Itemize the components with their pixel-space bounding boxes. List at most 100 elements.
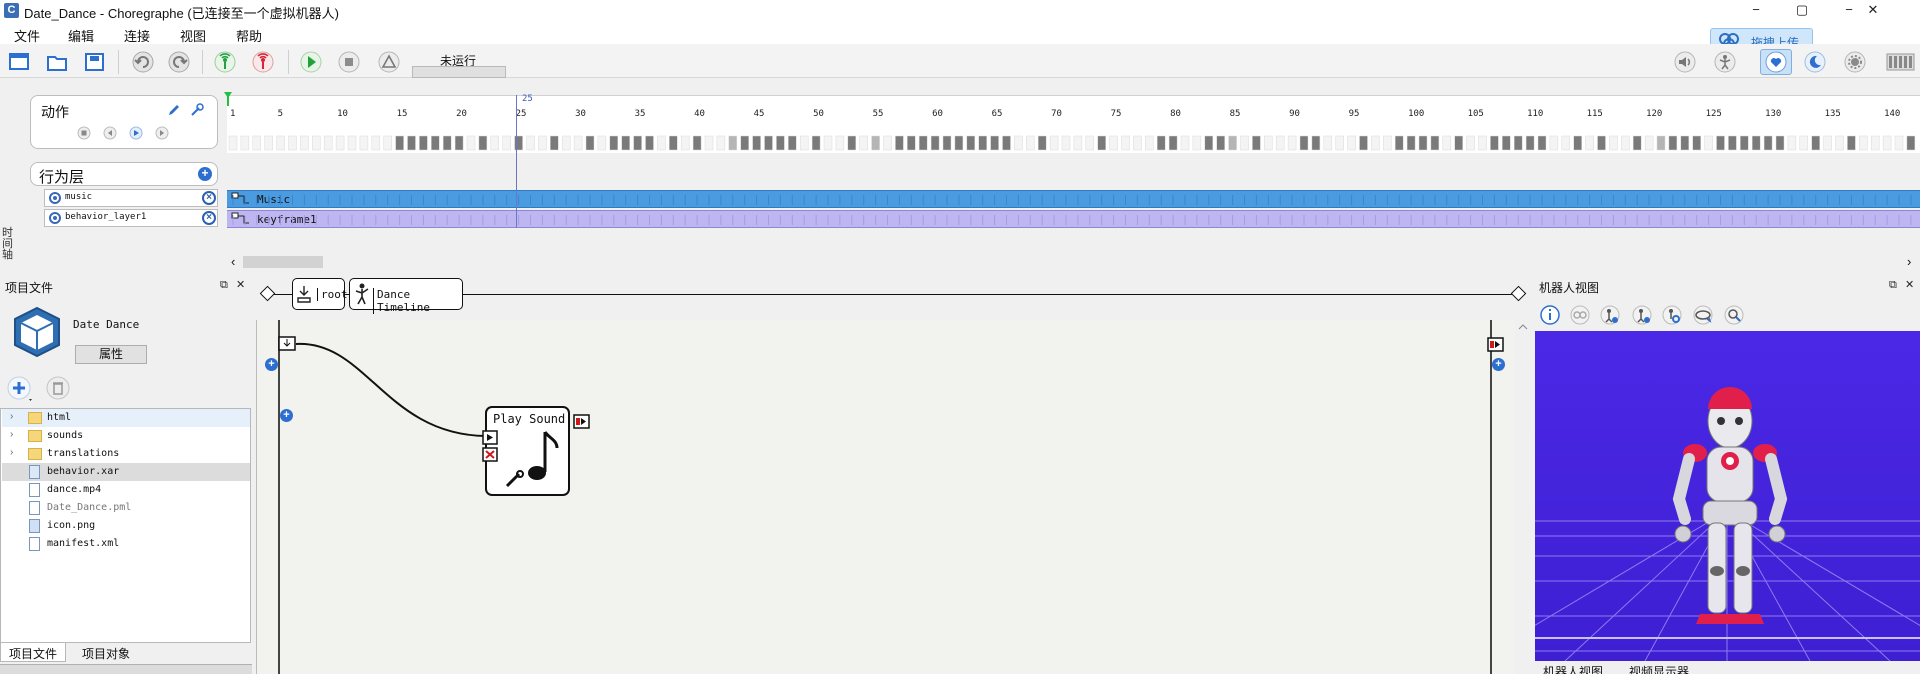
file-row-behavior-xar[interactable]: behavior.xar — [2, 463, 250, 481]
keyframe-cell[interactable] — [550, 135, 559, 151]
robot-zoom-icon[interactable] — [1723, 304, 1745, 326]
keyframe-cell[interactable] — [1763, 135, 1773, 151]
close-panel-icon[interactable]: ✕ — [1905, 278, 1914, 291]
link-icon[interactable] — [1569, 304, 1591, 326]
track-keyframe1[interactable]: keyframe1 — [227, 210, 1920, 228]
open-project-button[interactable] — [44, 49, 70, 75]
float-panel-icon[interactable]: ⧉ — [1889, 279, 1897, 292]
keyframe-cell[interactable] — [1418, 135, 1428, 151]
keyframe-cell[interactable] — [669, 135, 678, 151]
keyframe-cell[interactable] — [847, 135, 857, 151]
keyframe-cell[interactable] — [1383, 135, 1392, 151]
keyframe-cell[interactable] — [954, 135, 964, 151]
keyframe-cell[interactable] — [788, 135, 797, 151]
keyframe-cell[interactable] — [335, 135, 345, 151]
keyframe-cell[interactable] — [883, 135, 892, 151]
keyframe-cell[interactable] — [1906, 135, 1916, 151]
keyframe-cell[interactable] — [1787, 135, 1797, 151]
keyframe-cell[interactable] — [1228, 135, 1237, 151]
keyframe-cell[interactable] — [1216, 135, 1225, 151]
connect-button[interactable] — [212, 49, 238, 75]
keyframe-cell[interactable] — [1478, 135, 1487, 151]
connection-wire[interactable] — [296, 340, 491, 440]
keyframe-cell[interactable] — [1549, 135, 1559, 151]
keyframe-cell[interactable] — [692, 135, 702, 151]
keyframe-cell[interactable] — [1513, 135, 1523, 151]
keyframe-cell[interactable] — [1680, 135, 1690, 151]
keyframe-cell[interactable] — [657, 135, 666, 151]
keyframe-cell[interactable] — [419, 135, 428, 151]
keyframe-cell[interactable] — [1585, 135, 1594, 151]
motion-prev-icon[interactable] — [103, 126, 117, 140]
keyframe-cell[interactable] — [1466, 135, 1475, 151]
disconnect-button[interactable] — [250, 49, 276, 75]
layer-row-music[interactable]: music × — [44, 189, 218, 207]
track-music[interactable]: Music — [227, 190, 1920, 208]
keyframe-cell[interactable] — [1490, 135, 1499, 151]
keyframe-cell[interactable] — [823, 135, 833, 151]
keyframe-cell[interactable] — [347, 135, 357, 151]
remove-layer-icon[interactable]: × — [202, 211, 216, 225]
keyframe-cell[interactable] — [811, 135, 821, 151]
menu-view[interactable]: 视图 — [180, 26, 206, 45]
expand-arrow-icon[interactable]: › — [10, 429, 13, 440]
keyframe-cell[interactable] — [1668, 135, 1678, 151]
file-row-html[interactable]: › html — [2, 409, 250, 427]
keyframe-cell[interactable] — [1371, 135, 1380, 151]
motion-stop-icon[interactable] — [77, 126, 91, 140]
keyframe-cell[interactable] — [1037, 135, 1047, 151]
keyframe-cell[interactable] — [371, 135, 381, 151]
expand-arrow-icon[interactable]: › — [10, 411, 13, 422]
keyframe-cell[interactable] — [383, 135, 392, 151]
menu-help[interactable]: 帮助 — [236, 26, 262, 45]
keyframe-cell[interactable] — [1061, 135, 1071, 151]
keyframe-cell[interactable] — [431, 135, 440, 151]
keyframe-cell[interactable] — [1002, 135, 1011, 151]
keyframe-cell[interactable] — [252, 135, 262, 151]
keyframe-cell[interactable] — [704, 135, 714, 151]
keyframe-cell[interactable] — [871, 135, 880, 151]
stop-button[interactable] — [336, 49, 362, 75]
keyframe-cell[interactable] — [359, 135, 369, 151]
tab-project-files[interactable]: 项目文件 — [0, 643, 67, 662]
keyframe-cell[interactable] — [1823, 135, 1832, 151]
scroll-left-arrow[interactable]: ‹ — [231, 254, 235, 269]
timeline-start-marker-icon[interactable] — [223, 92, 233, 106]
robot-star-icon[interactable] — [1631, 304, 1653, 326]
keyframe-cell[interactable] — [645, 135, 654, 151]
close-button[interactable]: ✕ — [1826, 0, 1920, 22]
keyframe-cell[interactable] — [1537, 135, 1547, 151]
keyframe-cell[interactable] — [1502, 135, 1511, 151]
debug-button[interactable] — [376, 49, 402, 75]
keyframe-cell[interactable] — [1811, 135, 1820, 151]
keyframe-cell[interactable] — [942, 135, 952, 151]
keyframe-cell[interactable] — [1287, 135, 1297, 151]
keyframe-cell[interactable] — [1870, 135, 1880, 151]
keyframe-cell[interactable] — [1835, 135, 1844, 151]
new-project-button[interactable] — [6, 49, 32, 75]
keyframe-cell[interactable] — [300, 135, 309, 151]
keyframe-cell[interactable] — [716, 135, 726, 151]
keyframe-cell[interactable] — [478, 135, 488, 151]
timeline-ruler[interactable]: 1 5 10 15 20 25 30 35 40 45 50 55 60 65 70 75 80 85 90 95 10… — [227, 95, 1920, 153]
keyframe-cell[interactable] — [1894, 135, 1904, 151]
save-project-button[interactable] — [82, 49, 108, 75]
menu-edit[interactable]: 编辑 — [68, 26, 94, 45]
robot-gear-icon[interactable] — [1661, 304, 1683, 326]
close-panel-icon[interactable]: ✕ — [236, 278, 245, 291]
keyframe-cell[interactable] — [1799, 135, 1809, 151]
keyframe-cell[interactable] — [1026, 135, 1035, 151]
file-row-dance-mp4[interactable]: dance.mp4 — [2, 481, 250, 499]
keyframe-cell[interactable] — [799, 135, 809, 151]
keyframe-cell[interactable] — [621, 135, 630, 151]
scroll-up-arrow-icon[interactable] — [1515, 320, 1531, 334]
keyframe-cell[interactable] — [1692, 135, 1701, 151]
keyframe-cell[interactable] — [1728, 135, 1737, 151]
undo-button[interactable] — [130, 49, 156, 75]
keyframe-cell[interactable] — [907, 135, 916, 151]
keyframe-cell[interactable] — [1156, 135, 1166, 151]
keyframe-cell[interactable] — [1597, 135, 1606, 151]
timeline-horizontal-scrollbar[interactable]: ‹ › — [227, 254, 1920, 270]
layer-radio-icon[interactable] — [49, 212, 61, 224]
keyframe-cell[interactable] — [895, 135, 904, 151]
